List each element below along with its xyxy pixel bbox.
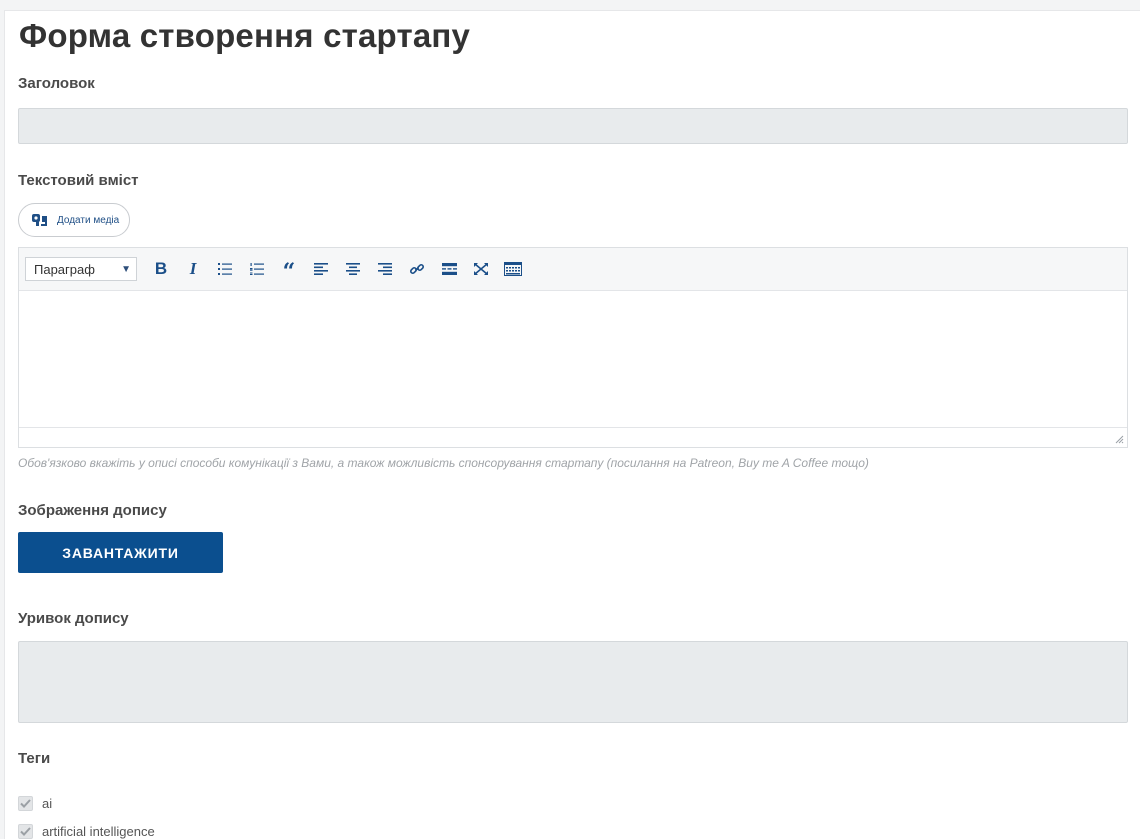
content-editor: Параграф ▼ B I “ [18, 247, 1128, 448]
content-field-label: Текстовий вміст [18, 172, 139, 189]
tag-checkbox[interactable] [18, 796, 33, 811]
align-center-icon [346, 263, 360, 275]
chevron-down-icon: ▼ [121, 263, 131, 275]
resize-grip-icon[interactable] [1115, 435, 1124, 444]
add-media-button[interactable]: Додати медіа [18, 203, 130, 237]
align-left-icon [314, 263, 328, 275]
editor-status-bar [19, 427, 1127, 447]
italic-button[interactable]: I [177, 255, 209, 283]
tag-label: ai [42, 796, 53, 811]
read-more-button[interactable] [433, 255, 465, 283]
format-select[interactable]: Параграф ▼ [25, 257, 137, 281]
startup-form-panel: Форма створення стартапу Заголовок Текст… [4, 10, 1140, 839]
upload-button[interactable]: ЗАВАНТАЖИТИ [18, 532, 223, 573]
checkmark-icon [20, 799, 31, 808]
blockquote-button[interactable]: “ [273, 255, 305, 283]
title-input[interactable] [18, 108, 1128, 144]
image-field-label: Зображення допису [18, 502, 167, 519]
editor-text-area[interactable] [19, 291, 1127, 427]
checkmark-icon [20, 827, 31, 836]
bullet-list-button[interactable] [209, 255, 241, 283]
media-icon [32, 213, 50, 227]
tag-item[interactable]: ai [18, 796, 52, 811]
align-center-button[interactable] [337, 255, 369, 283]
bold-button[interactable]: B [145, 255, 177, 283]
tag-checkbox[interactable] [18, 824, 33, 839]
page-title: Форма створення стартапу [19, 17, 471, 54]
fullscreen-icon [474, 263, 488, 275]
numbered-list-icon [250, 263, 264, 275]
numbered-list-button[interactable] [241, 255, 273, 283]
blockquote-icon: “ [282, 259, 296, 285]
align-left-button[interactable] [305, 255, 337, 283]
toolbar-toggle-icon [504, 262, 522, 276]
italic-icon: I [189, 259, 197, 278]
add-media-label: Додати медіа [57, 214, 120, 226]
align-right-icon [378, 263, 392, 275]
read-more-icon [441, 263, 457, 275]
tag-label: artificial intelligence [42, 824, 155, 839]
excerpt-textarea[interactable] [18, 641, 1128, 723]
title-field-label: Заголовок [18, 75, 95, 92]
align-right-button[interactable] [369, 255, 401, 283]
link-icon [409, 263, 425, 275]
format-select-value: Параграф [34, 261, 95, 277]
toolbar-toggle-button[interactable] [497, 255, 529, 283]
excerpt-field-label: Уривок допису [18, 610, 129, 627]
tags-field-label: Теги [18, 750, 51, 767]
editor-toolbar: Параграф ▼ B I “ [19, 248, 1127, 291]
bullet-list-icon [218, 263, 232, 275]
fullscreen-button[interactable] [465, 255, 497, 283]
content-hint: Обов'язково вкажіть у описі способи кому… [18, 456, 869, 470]
bold-icon: B [154, 259, 168, 278]
tag-item[interactable]: artificial intelligence [18, 824, 155, 839]
link-button[interactable] [401, 255, 433, 283]
